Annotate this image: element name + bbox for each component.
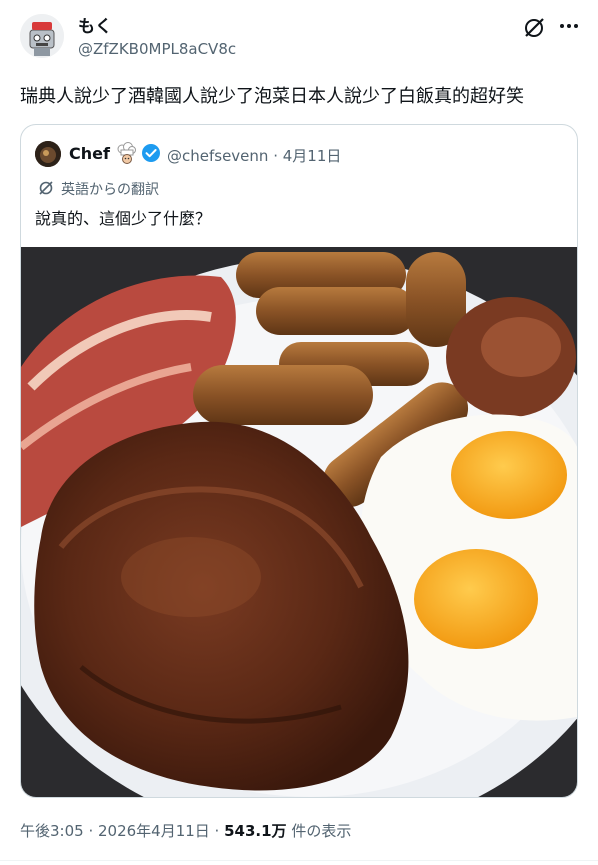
translated-from-label[interactable]: 英語からの翻訳 — [61, 179, 159, 199]
tweet-meta: 午後3:05 · 2026年4月11日 · 543.1万 件の表示 — [20, 820, 351, 841]
breakfast-plate-image-icon — [21, 247, 577, 797]
quoted-tweet-card[interactable]: Chef @chefsevenn · 4月11日 英語からの翻訳 說真的、這個少… — [20, 124, 578, 798]
author-handle[interactable]: @ZfZKB0MPL8aCV8c — [78, 40, 236, 58]
breakfast-plate-image[interactable] — [21, 247, 577, 797]
quoted-tweet-text: 說真的、這個少了什麼？ — [35, 209, 212, 228]
author-avatar[interactable] — [20, 14, 64, 58]
quoted-handle-date[interactable]: @chefsevenn · 4月11日 — [167, 145, 341, 166]
verified-badge-icon — [141, 143, 161, 163]
more-options-button[interactable] — [553, 12, 585, 40]
food-avatar-icon — [35, 141, 61, 167]
chef-badge-icon — [114, 141, 138, 165]
grok-icon — [525, 18, 544, 37]
divider — [0, 860, 598, 861]
tweet-header: もく @ZfZKB0MPL8aCV8c — [0, 0, 598, 70]
translate-icon — [37, 179, 55, 197]
robot-chef-avatar-icon — [20, 14, 64, 58]
tweet-text: 瑞典人說少了酒韓國人說少了泡菜日本人說少了白飯真的超好笑 — [20, 86, 524, 107]
quoted-author-avatar[interactable] — [35, 141, 61, 167]
view-count-label: 件の表示 — [286, 822, 352, 840]
grok-button[interactable] — [520, 14, 548, 42]
author-display-name[interactable]: もく — [78, 12, 112, 37]
view-count: 543.1万 — [224, 822, 287, 840]
tweet-timestamp[interactable]: 午後3:05 · 2026年4月11日 · — [20, 822, 224, 840]
quoted-author-name[interactable]: Chef — [69, 144, 110, 163]
more-icon — [560, 24, 578, 28]
